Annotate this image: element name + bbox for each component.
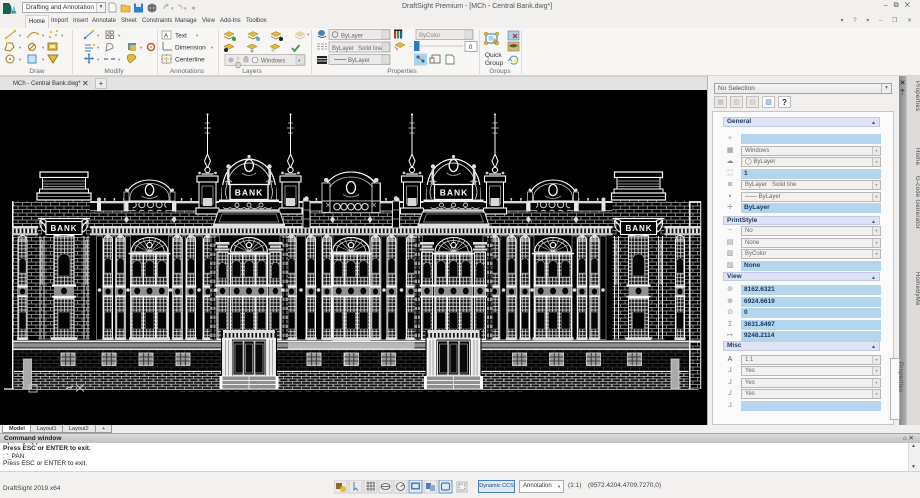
- svg-text:A: A: [164, 34, 168, 40]
- svg-text:▾: ▾: [61, 33, 64, 38]
- svg-text:Centerline: Centerline: [175, 57, 205, 64]
- svg-text:ByColor: ByColor: [419, 33, 440, 39]
- svg-text:▾: ▾: [97, 33, 100, 38]
- svg-text:Text: Text: [175, 33, 187, 40]
- svg-text:▾: ▾: [211, 45, 214, 50]
- svg-text:∗: ∗: [191, 6, 196, 12]
- svg-text:·: ·: [263, 33, 265, 38]
- svg-text:Windows: Windows: [261, 59, 285, 65]
- svg-text:BANK: BANK: [235, 188, 264, 198]
- svg-text:Solid line: Solid line: [358, 46, 383, 52]
- svg-text:▾: ▾: [184, 6, 187, 12]
- svg-text:·: ·: [286, 33, 288, 38]
- svg-text:BANK: BANK: [440, 188, 469, 198]
- svg-text:▾: ▾: [171, 6, 174, 12]
- svg-text:▾: ▾: [97, 57, 100, 62]
- svg-text:▾: ▾: [42, 45, 45, 50]
- svg-text:Dimension: Dimension: [175, 45, 206, 52]
- svg-text:▾: ▾: [196, 33, 199, 38]
- svg-text:ByLayer: ByLayer: [332, 46, 354, 52]
- svg-text:▾: ▾: [19, 33, 22, 38]
- svg-text:▾: ▾: [307, 32, 310, 37]
- svg-text:·: ·: [306, 45, 308, 50]
- svg-text:▾: ▾: [118, 57, 121, 62]
- svg-text:▾: ▾: [140, 45, 143, 50]
- svg-text:▾: ▾: [42, 57, 45, 62]
- svg-text:Quick: Quick: [485, 52, 502, 59]
- svg-text:·: ·: [240, 33, 242, 38]
- svg-text:ByLayer: ByLayer: [341, 34, 363, 40]
- svg-text:BANK: BANK: [50, 224, 77, 233]
- svg-text:▾: ▾: [42, 33, 45, 38]
- svg-text:▾: ▾: [19, 57, 22, 62]
- svg-text:▾: ▾: [97, 45, 100, 50]
- svg-text:–: –: [409, 44, 412, 50]
- svg-text:ByLayer: ByLayer: [348, 58, 370, 64]
- svg-text:BANK: BANK: [625, 224, 652, 233]
- svg-text:▾: ▾: [19, 45, 22, 50]
- svg-text:Group: Group: [485, 60, 503, 67]
- svg-text:▾: ▾: [118, 33, 121, 38]
